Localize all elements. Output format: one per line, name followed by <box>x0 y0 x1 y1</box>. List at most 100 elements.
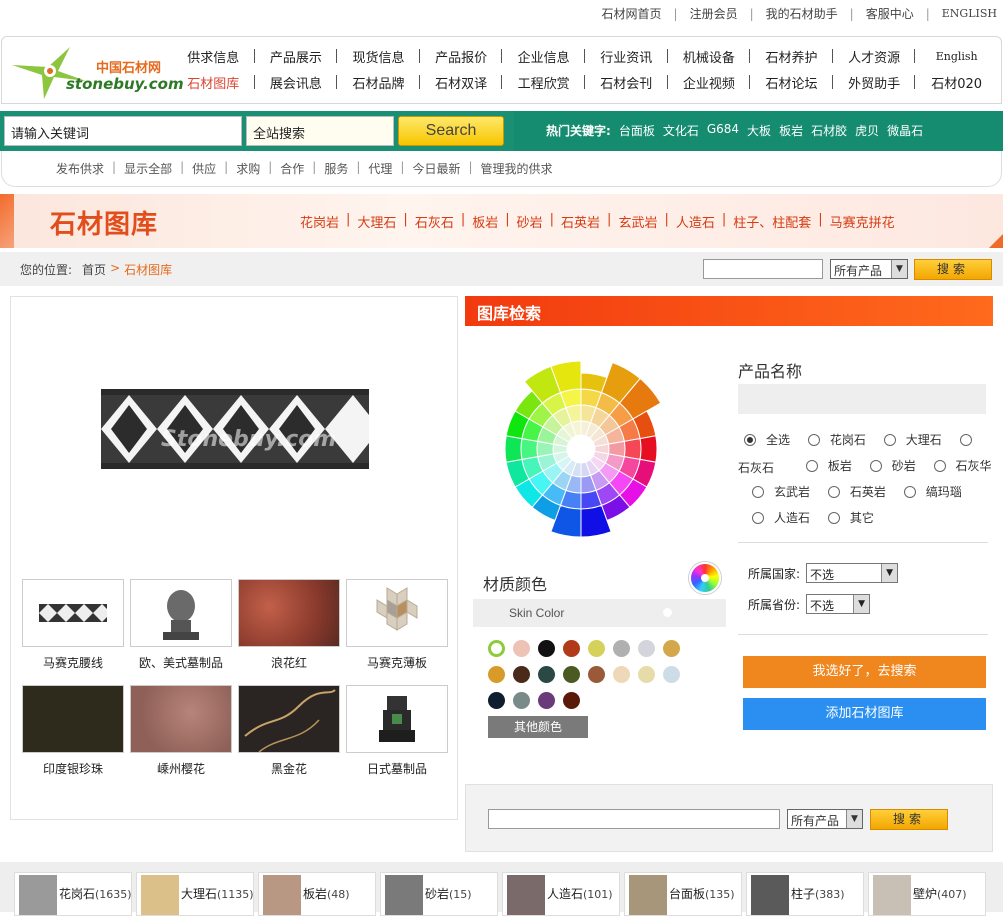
radio-option[interactable]: 其它 <box>827 506 874 530</box>
thumbnail-image[interactable] <box>130 685 232 753</box>
hot-keyword[interactable]: 文化石 <box>663 122 699 139</box>
category-name[interactable]: 大理石(1135) <box>181 885 254 902</box>
category-name[interactable]: 板岩(48) <box>303 885 350 902</box>
radio-icon[interactable] <box>752 486 764 498</box>
nav-item[interactable]: 工程欣赏 <box>502 73 585 92</box>
color-swatch[interactable] <box>613 640 630 657</box>
nav-item[interactable]: 产品报价 <box>420 47 503 66</box>
hot-keyword[interactable]: 虎贝 <box>855 122 879 139</box>
color-swatch[interactable] <box>588 640 605 657</box>
category-item[interactable]: 柱子(383) <box>746 872 864 916</box>
toplink-english[interactable]: ENGLISH <box>942 7 997 20</box>
sublink[interactable]: 代理 <box>368 160 392 177</box>
thumbnail-card[interactable]: 马赛克薄板 <box>346 579 448 675</box>
nav-item[interactable]: 外贸助手 <box>833 73 916 92</box>
category-link[interactable]: 大理石 <box>357 212 396 231</box>
sublink[interactable]: 显示全部 <box>124 160 172 177</box>
color-swatch[interactable] <box>663 666 680 683</box>
bottom-search-button[interactable]: 搜索 <box>870 809 948 830</box>
radio-icon[interactable] <box>807 434 820 446</box>
product-type-select[interactable]: 所有产品 ▼ <box>830 259 908 279</box>
category-link[interactable]: 板岩 <box>472 212 498 231</box>
category-name[interactable]: 壁炉(407) <box>913 885 967 902</box>
toplink-register[interactable]: 注册会员 <box>690 5 738 22</box>
hot-keyword[interactable]: 台面板 <box>619 122 655 139</box>
radio-option[interactable]: 砂岩 <box>869 454 916 478</box>
color-swatch[interactable] <box>513 692 530 709</box>
category-link[interactable]: 玄武岩 <box>618 212 657 231</box>
category-item[interactable]: 花岗石(1635) <box>14 872 132 916</box>
thumbnail-label[interactable]: 日式墓制品 <box>346 753 448 781</box>
thumbnail-label[interactable]: 马赛克薄板 <box>346 647 448 675</box>
sublink[interactable]: 发布供求 <box>56 160 104 177</box>
search-button[interactable]: Search <box>398 116 504 146</box>
color-swatch-selected[interactable] <box>488 640 505 657</box>
hot-keyword[interactable]: 大板 <box>747 122 771 139</box>
radio-option[interactable]: 全选 <box>744 428 790 452</box>
thumbnail-card[interactable]: 欧、美式墓制品 <box>130 579 232 675</box>
thumbnail-label[interactable]: 黑金花 <box>238 753 340 781</box>
category-item[interactable]: 人造石(101) <box>502 872 620 916</box>
radio-icon[interactable] <box>883 434 896 446</box>
thumbnail-label[interactable]: 欧、美式墓制品 <box>130 647 232 675</box>
color-wheel-segment[interactable] <box>520 438 539 460</box>
thumbnail-image[interactable] <box>238 685 340 753</box>
color-wheel-segment[interactable] <box>623 438 642 460</box>
thumbnail-image[interactable] <box>346 685 448 753</box>
radio-option[interactable]: 缟玛瑙 <box>903 480 962 504</box>
nav-item[interactable]: 现货信息 <box>337 47 420 66</box>
thumbnail-card[interactable]: 浪花红 <box>238 579 340 675</box>
province-select[interactable]: 不选 ▼ <box>806 594 871 614</box>
category-image[interactable] <box>385 875 423 915</box>
hot-keyword[interactable]: G684 <box>707 122 739 139</box>
color-wheel[interactable] <box>486 354 676 544</box>
nav-item[interactable]: 石材品牌 <box>337 73 420 92</box>
nav-item[interactable]: 石材双译 <box>420 73 503 92</box>
thumbnail-label[interactable]: 嵊州樱花 <box>130 753 232 781</box>
thumbnail-label[interactable]: 浪花红 <box>238 647 340 675</box>
thumbnail-card[interactable]: 印度银珍珠 <box>22 685 124 781</box>
color-picker-icon[interactable] <box>689 562 721 594</box>
sublink[interactable]: 服务 <box>324 160 348 177</box>
nav-item[interactable]: 人才资源 <box>833 47 916 66</box>
radio-option[interactable] <box>959 434 982 446</box>
sublink[interactable]: 供应 <box>192 160 216 177</box>
nav-item[interactable]: 展会讯息 <box>255 73 338 92</box>
thumbnail-image[interactable] <box>238 579 340 647</box>
sublink[interactable]: 求购 <box>236 160 260 177</box>
category-image[interactable] <box>263 875 301 915</box>
category-image[interactable] <box>751 875 789 915</box>
toplink-home[interactable]: 石材网首页 <box>602 5 662 22</box>
skin-color-slider[interactable]: Skin Color <box>473 599 726 627</box>
category-item[interactable]: 板岩(48) <box>258 872 376 916</box>
radio-icon[interactable] <box>903 486 916 498</box>
color-swatch[interactable] <box>563 666 580 683</box>
hot-keyword[interactable]: 微晶石 <box>887 122 923 139</box>
category-image[interactable] <box>629 875 667 915</box>
nav-item[interactable]: 行业资讯 <box>585 47 668 66</box>
color-swatch[interactable] <box>613 666 630 683</box>
nav-item-english[interactable]: English <box>915 50 998 63</box>
nav-item-active[interactable]: 石材图库 <box>172 73 255 92</box>
toplink-my-assistant[interactable]: 我的石材助手 <box>766 5 838 22</box>
category-link[interactable]: 石灰石 <box>415 212 454 231</box>
site-logo[interactable]: 中国石材网 stonebuy.com <box>8 43 184 99</box>
color-swatch[interactable] <box>513 640 530 657</box>
nav-item[interactable]: 石材020 <box>915 73 998 92</box>
color-swatch[interactable] <box>638 640 655 657</box>
category-name[interactable]: 花岗石(1635) <box>59 885 132 902</box>
country-select[interactable]: 不选 ▼ <box>806 563 899 583</box>
radio-selected-icon[interactable] <box>744 434 756 446</box>
gallery-search-button[interactable]: 搜索 <box>914 259 992 280</box>
radio-icon[interactable] <box>869 460 882 472</box>
nav-item[interactable]: 产品展示 <box>255 47 338 66</box>
radio-icon[interactable] <box>752 512 764 524</box>
color-swatch[interactable] <box>488 666 505 683</box>
featured-product-image[interactable]: Stonebuy.com <box>101 389 369 469</box>
color-swatch[interactable] <box>513 666 530 683</box>
hot-keyword[interactable]: 石材胶 <box>811 122 847 139</box>
toplink-service[interactable]: 客服中心 <box>866 5 914 22</box>
radio-icon[interactable] <box>933 460 946 472</box>
thumbnail-label[interactable]: 马赛克腰线 <box>22 647 124 675</box>
bottom-search-input[interactable] <box>488 809 780 829</box>
